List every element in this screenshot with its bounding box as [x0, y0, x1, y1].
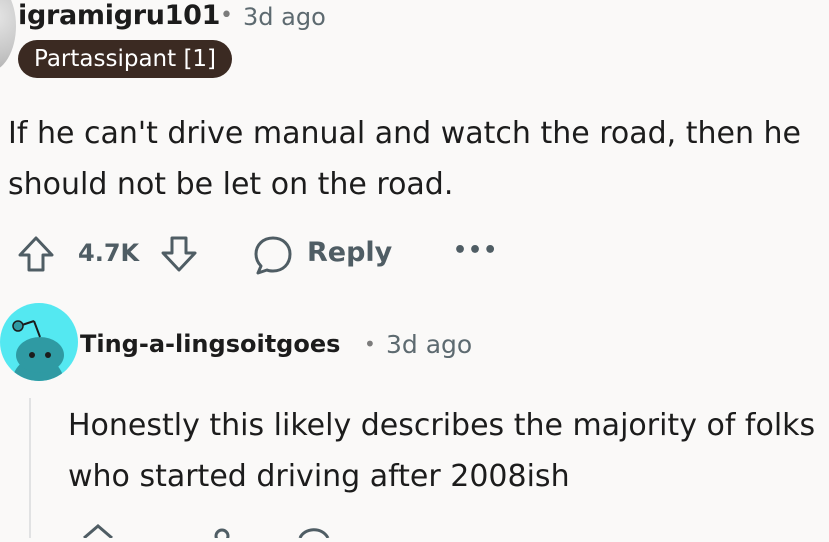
comment-actions-peek [70, 520, 470, 542]
snoo-avatar-icon [0, 320, 78, 381]
comment-text-line: should not be let on the road. [8, 167, 454, 202]
downvote-icon[interactable] [159, 234, 199, 278]
user-avatar[interactable] [0, 303, 78, 381]
meta-separator: • [364, 332, 376, 356]
more-options-icon[interactable]: ••• [453, 238, 498, 263]
meta-separator: • [220, 3, 233, 28]
comment-text-line: who started driving after 2008ish [68, 459, 570, 494]
comment-username[interactable]: Ting-a-lingsoitgoes [80, 330, 340, 358]
user-flair: Partassipant [1] [18, 40, 233, 78]
comment-body: Honestly this likely describes the major… [68, 400, 829, 502]
thread-line[interactable] [29, 398, 31, 538]
reply-button[interactable]: Reply [307, 237, 392, 268]
comment-bubble-icon[interactable] [252, 234, 294, 280]
vote-count: 4.7K [78, 239, 140, 267]
comment-body: If he can't drive manual and watch the r… [8, 108, 823, 210]
comment-text-line: Honestly this likely describes the major… [68, 408, 816, 443]
comment-timestamp[interactable]: 3d ago [243, 3, 326, 31]
user-avatar[interactable] [0, 0, 16, 72]
comment-timestamp[interactable]: 3d ago [386, 330, 472, 359]
upvote-icon[interactable] [16, 234, 56, 278]
comment-username[interactable]: igramigru101 [18, 0, 220, 31]
comment-text-line: If he can't drive manual and watch the r… [8, 116, 801, 151]
comment-actions: 4.7K Reply ••• [16, 232, 516, 276]
